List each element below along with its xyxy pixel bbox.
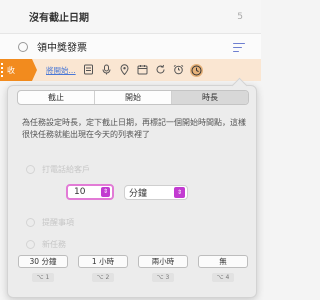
preset-button[interactable]: 1 小時 — [78, 255, 128, 268]
preset-2-hours: 兩小時 ⌥ 3 — [138, 255, 188, 282]
duration-description: 為任務設定時長，定下截止日期，再標記一個開始時間點，這樣很快任務就能出現在今天的… — [22, 118, 246, 139]
task-checkbox[interactable] — [18, 41, 28, 52]
shortcut-badge: ⌥ 4 — [212, 273, 234, 282]
date-mode-segmented-control: 截止 開始 時長 — [17, 90, 249, 105]
ghost-list-item: 提醒事項 — [8, 214, 258, 231]
location-pin-icon[interactable] — [118, 63, 131, 77]
ghost-item-label: 新任務 — [42, 240, 66, 249]
preset-button[interactable]: 兩小時 — [138, 255, 188, 268]
preset-30-minutes: 30 分鐘 ⌥ 1 — [18, 255, 68, 282]
ghost-checkbox-icon — [26, 240, 35, 249]
collect-tab[interactable]: 收 — [0, 59, 37, 81]
note-icon[interactable] — [82, 64, 95, 77]
shortcut-badge: ⌥ 1 — [32, 273, 54, 282]
duration-controls: 10 ⇕ 分鐘 ⇕ — [66, 184, 188, 200]
duration-clock-icon[interactable] — [189, 63, 203, 77]
duration-unit-select[interactable]: 分鐘 ⇕ — [124, 184, 188, 200]
section-title: 沒有截止日期 — [29, 13, 89, 24]
start-link[interactable]: 將開始... — [46, 65, 76, 76]
duration-amount-value: 10 — [74, 187, 86, 197]
preset-none: 無 ⌥ 4 — [198, 255, 248, 282]
ghost-item-label: 打電話給客戶 — [42, 165, 90, 174]
toolbar-icons — [82, 63, 203, 77]
section-header: 沒有截止日期 5 — [0, 0, 261, 34]
microphone-icon[interactable] — [100, 64, 113, 77]
duration-unit-value: 分鐘 — [129, 188, 148, 199]
section-count: 5 — [237, 11, 243, 22]
ghost-list-item: 新任務 — [8, 236, 258, 253]
drag-handle-icon[interactable] — [1, 63, 3, 77]
repeat-icon[interactable] — [154, 64, 167, 77]
preset-button[interactable]: 30 分鐘 — [18, 255, 68, 268]
alarm-icon[interactable] — [172, 64, 185, 77]
list-detail-icon[interactable] — [233, 41, 247, 53]
tab-duration[interactable]: 時長 — [172, 91, 248, 104]
duration-amount-input[interactable]: 10 ⇕ — [66, 184, 114, 200]
task-row[interactable]: 領中獎發票 — [0, 34, 261, 59]
ghost-list-item: 打電話給客戶 — [8, 161, 258, 178]
task-toolbar: 收 將開始... — [0, 59, 261, 81]
collect-label: 收 — [7, 65, 15, 75]
shortcut-badge: ⌥ 2 — [92, 273, 114, 282]
preset-1-hour: 1 小時 ⌥ 2 — [78, 255, 128, 282]
preset-button[interactable]: 無 — [198, 255, 248, 268]
stepper-icon[interactable]: ⇕ — [101, 187, 110, 197]
ghost-item-label: 提醒事項 — [42, 218, 74, 227]
task-title[interactable]: 領中獎發票 — [37, 39, 233, 54]
duration-presets: 30 分鐘 ⌥ 1 1 小時 ⌥ 2 兩小時 ⌥ 3 無 ⌥ 4 — [18, 255, 248, 282]
ghost-checkbox-icon — [26, 218, 35, 227]
tab-deadline[interactable]: 截止 — [18, 91, 95, 104]
shortcut-badge: ⌥ 3 — [152, 273, 174, 282]
duration-popover: 截止 開始 時長 為任務設定時長，定下截止日期，再標記一個開始時間點，這樣很快任… — [7, 77, 258, 298]
calendar-icon[interactable] — [136, 64, 149, 77]
ghost-checkbox-icon — [26, 165, 35, 174]
chevron-updown-icon[interactable]: ⇕ — [174, 186, 185, 198]
tab-start[interactable]: 開始 — [95, 91, 172, 104]
